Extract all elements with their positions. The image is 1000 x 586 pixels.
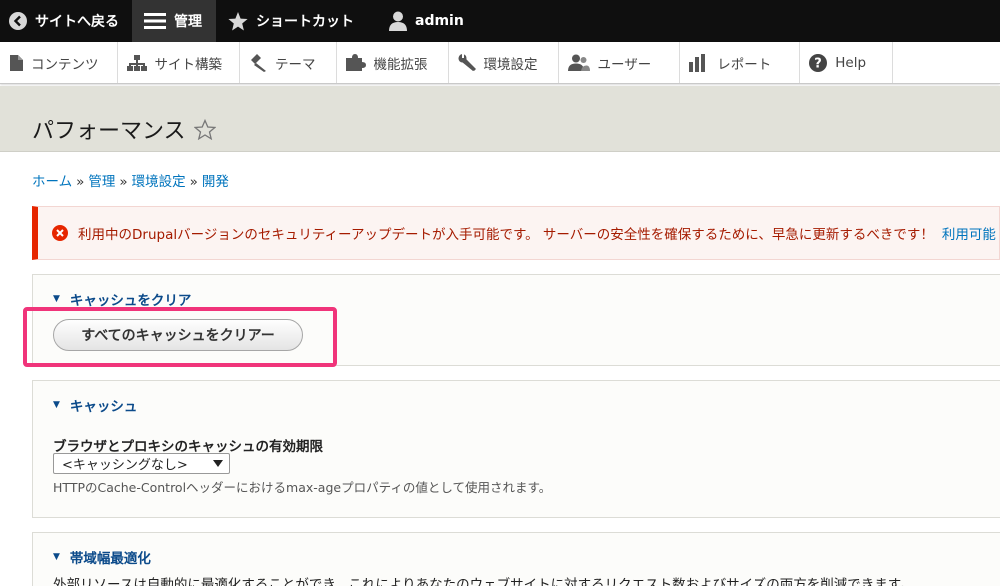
collapse-triangle-icon: ▼ — [53, 294, 60, 304]
wrench-icon — [458, 53, 476, 72]
shortcuts-tab[interactable]: ショートカット — [216, 0, 380, 42]
caching-legend[interactable]: ▼ キャッシュ — [53, 395, 137, 415]
star-icon — [228, 11, 248, 31]
tray-item-label: Help — [835, 54, 867, 71]
highlight-annotation — [23, 307, 337, 367]
admin-tray: コンテンツ サイト構築 テーマ 機能拡張 環境設定 ユーザー レポート ? He… — [0, 42, 1000, 84]
sitemap-icon — [126, 54, 147, 71]
tray-item-label: テーマ — [275, 56, 316, 73]
tray-item-extend[interactable]: 機能拡張 — [337, 42, 449, 83]
caching-fieldset: ▼ キャッシュ ブラウザとプロキシのキャッシュの有効期限 <キャッシングなし> … — [32, 380, 1000, 518]
back-to-site-label: サイトへ戻る — [35, 14, 119, 30]
tray-item-reports[interactable]: レポート — [680, 42, 801, 83]
manage-tab[interactable]: 管理 — [132, 0, 216, 42]
tray-item-label: ユーザー — [597, 56, 652, 73]
admin-toolbar: サイトへ戻る 管理 ショートカット admin — [0, 0, 1000, 42]
tray-item-label: 環境設定 — [483, 56, 538, 73]
svg-text:?: ? — [814, 56, 822, 71]
page-title-text: パフォーマンス — [32, 119, 186, 144]
max-age-description: HTTPのCache-Controlヘッダーにおけるmax-ageプロパティの値… — [53, 480, 552, 495]
error-text: 利用中のDrupalバージョンのセキュリティーアップデートが入手可能です。 サー… — [78, 227, 934, 243]
tray-item-configuration[interactable]: 環境設定 — [449, 42, 559, 83]
back-to-site-link[interactable]: サイトへ戻る — [0, 0, 132, 42]
tray-item-label: 機能拡張 — [373, 56, 428, 73]
breadcrumb: ホーム» 管理» 環境設定» 開発 — [32, 170, 229, 190]
error-message: 利用中のDrupalバージョンのセキュリティーアップデートが入手可能です。 サー… — [32, 206, 1000, 260]
bar-chart-icon — [689, 53, 709, 72]
users-icon — [567, 54, 590, 71]
error-icon — [52, 225, 68, 241]
max-age-selected-value: <キャッシングなし> — [62, 458, 188, 473]
max-age-select[interactable]: <キャッシングなし> — [53, 453, 230, 474]
page-title: パフォーマンス — [32, 113, 216, 145]
bandwidth-fieldset: ▼ 帯域幅最適化 外部リソースは自動的に最適化することができ、これによりあなたの… — [32, 532, 1000, 586]
tray-item-structure[interactable]: サイト構築 — [118, 42, 240, 83]
tray-item-help[interactable]: ? Help — [800, 42, 894, 83]
paintbrush-icon — [249, 53, 267, 72]
manage-label: 管理 — [174, 14, 202, 30]
clear-cache-legend-label: キャッシュをクリア — [69, 293, 192, 309]
user-icon — [389, 11, 407, 31]
puzzle-icon — [345, 54, 366, 71]
breadcrumb-config[interactable]: 環境設定 — [132, 174, 186, 190]
shortcut-star-icon[interactable] — [193, 118, 216, 140]
breadcrumb-home[interactable]: ホーム — [32, 174, 72, 190]
tray-item-label: レポート — [717, 56, 772, 73]
breadcrumb-separator: » — [76, 174, 85, 190]
clear-cache-legend[interactable]: ▼ キャッシュをクリア — [53, 289, 191, 309]
bandwidth-legend[interactable]: ▼ 帯域幅最適化 — [53, 547, 151, 567]
collapse-triangle-icon: ▼ — [53, 400, 60, 410]
available-updates-link[interactable]: 利用可能 — [942, 223, 996, 243]
bandwidth-legend-label: 帯域幅最適化 — [69, 551, 151, 567]
breadcrumb-admin[interactable]: 管理 — [88, 174, 115, 190]
page-header: パフォーマンス — [0, 86, 1000, 152]
help-icon: ? — [809, 53, 828, 72]
collapse-triangle-icon: ▼ — [53, 552, 60, 562]
tray-item-label: サイト構築 — [154, 56, 223, 73]
hamburger-menu-icon — [144, 12, 166, 30]
breadcrumb-separator: » — [119, 174, 128, 190]
max-age-label: ブラウザとプロキシのキャッシュの有効期限 — [53, 439, 323, 455]
shortcuts-label: ショートカット — [256, 14, 354, 30]
breadcrumb-development[interactable]: 開発 — [202, 174, 229, 190]
back-arrow-icon — [9, 12, 27, 30]
bandwidth-description: 外部リソースは自動的に最適化することができ、これによりあなたのウェブサイトに対す… — [53, 577, 914, 586]
tray-item-appearance[interactable]: テーマ — [240, 42, 337, 83]
file-icon — [9, 54, 23, 71]
tray-item-content[interactable]: コンテンツ — [0, 42, 118, 83]
tray-item-label: コンテンツ — [31, 56, 99, 73]
dropdown-arrow-icon — [213, 460, 223, 467]
breadcrumb-separator: » — [189, 174, 198, 190]
caching-legend-label: キャッシュ — [69, 399, 138, 415]
tray-item-people[interactable]: ユーザー — [559, 42, 681, 83]
username-label: admin — [415, 13, 464, 29]
user-tab[interactable]: admin — [380, 0, 477, 42]
